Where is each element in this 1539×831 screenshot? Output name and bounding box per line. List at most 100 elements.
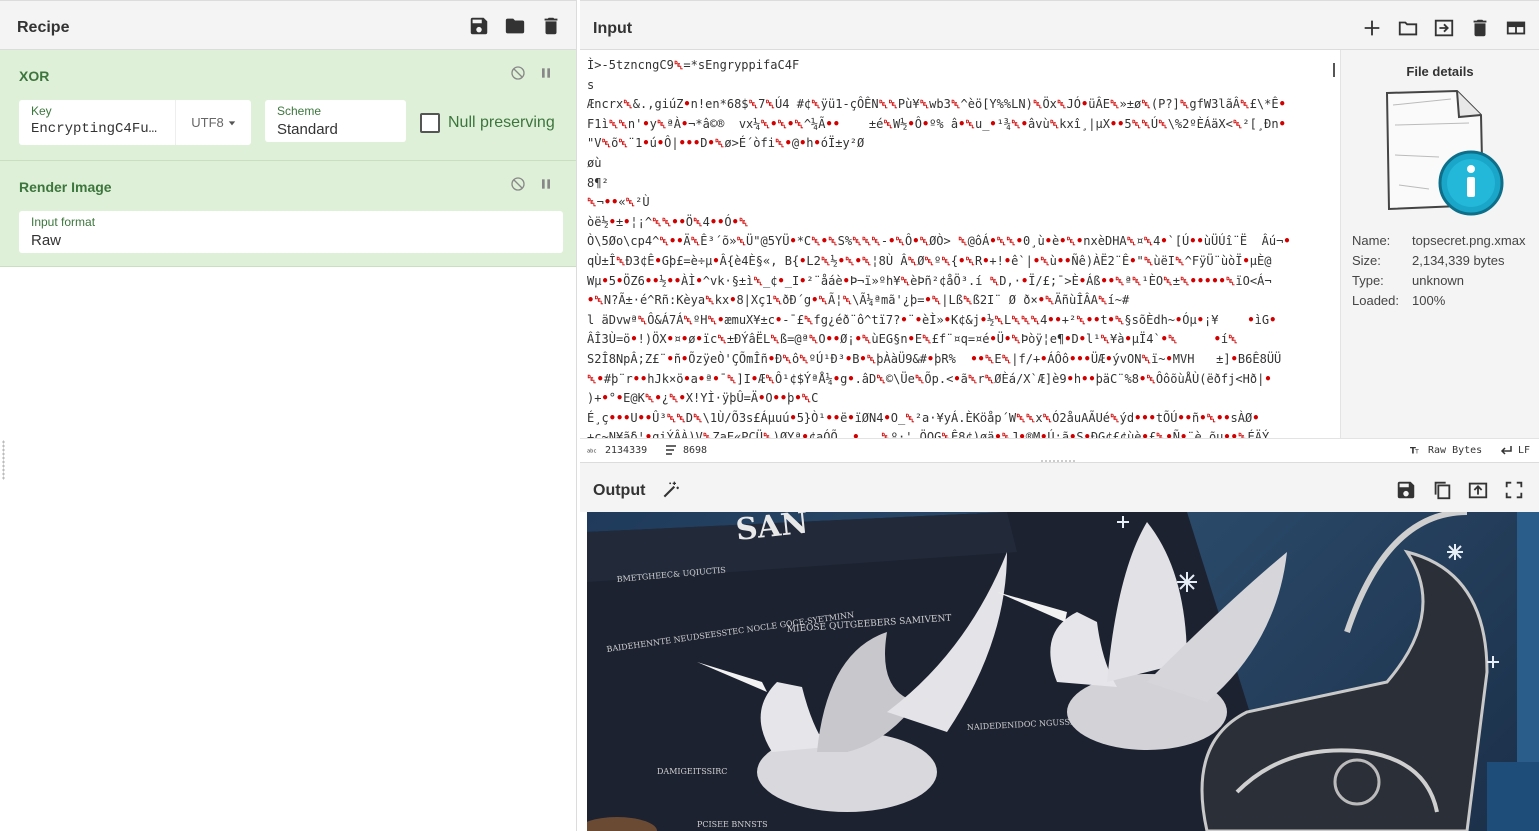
length-stat: abc 2134339 <box>587 444 647 456</box>
input-format-value: Raw <box>31 232 62 249</box>
output-header: Output <box>580 462 1539 512</box>
input-line: )+•°•E@K␡•¿␡•X!YÌ·ÿþÛ=Ä•O••þ•␡C <box>587 391 819 406</box>
folder-icon[interactable] <box>504 15 526 37</box>
input-header-icons <box>1361 17 1527 39</box>
input-textarea[interactable]: Ì>-5tzncngC9␡=*sEngryppifaC4F s Æncrx␡&.,g… <box>580 50 1340 438</box>
input-line: s <box>587 77 595 92</box>
input-line: ÂÎ3Ù=ö•!)ÖX•¤•ø•ïc␡±ÐÝâËL␡ß=@ª␡O••Ø¡•␡ùE… <box>587 332 1238 347</box>
recipe-header-icons <box>468 15 562 37</box>
input-line: •␡N?Ã±·é^Rñ:Kèya␡kx•8|Xç1␡ðÐ´g•␡Ã¦␡\Ã¼ªm… <box>587 293 1130 308</box>
disable-icon[interactable] <box>510 65 526 81</box>
poster-text: PCISEE BNNSTS <box>697 820 768 829</box>
file-size-label: Size: <box>1352 253 1381 268</box>
null-preserving-checkbox[interactable]: Null preserving <box>420 113 555 133</box>
text-cursor <box>1333 63 1335 77</box>
input-line: É¸ç•••U••Û³␡␡D␡\1Ù/Õ3s£Áµuú•5}Ò¹••ë•ïØN4… <box>587 410 1260 425</box>
eol-value: LF <box>1518 444 1531 456</box>
file-info-icon <box>1379 85 1509 220</box>
input-line: òë½•±•¦¡^␡␡••Ö␡4••Ó•␡ <box>587 214 749 229</box>
null-preserving-label: Null preserving <box>448 114 555 131</box>
file-name-label: Name: <box>1352 233 1391 248</box>
add-tab-icon[interactable] <box>1361 17 1383 39</box>
trash-icon[interactable] <box>540 15 562 37</box>
abc-icon: abc <box>587 444 599 456</box>
save-output-icon[interactable] <box>1395 479 1417 501</box>
operation-controls <box>510 65 554 81</box>
clear-input-icon[interactable] <box>1469 17 1491 39</box>
text-encoding-icon: TT <box>1410 444 1422 456</box>
file-loaded-label: Loaded: <box>1352 293 1399 308</box>
replace-input-icon[interactable] <box>1467 479 1489 501</box>
encoding-value: Raw Bytes <box>1428 444 1483 456</box>
scheme-dropdown[interactable]: Scheme Standard <box>265 100 406 142</box>
encoding-selector[interactable]: TT Raw Bytes <box>1410 444 1483 457</box>
input-line: Ò\5Øo\cp4^␡••Ä␡Ê³´õ»␡Ü"@5YÜ•*C␡•␡S%␡␡␡-•… <box>587 234 1291 249</box>
rendered-image: SAN BMETGHEEC& UQIUCTIS MIEOSE QUTGEEBER… <box>587 512 1539 831</box>
key-label: Key <box>31 104 52 118</box>
file-loaded-value: 100% <box>1412 293 1446 308</box>
length-value: 2134339 <box>605 444 648 456</box>
key-input[interactable]: EncryptingC4Fu… <box>31 121 157 137</box>
key-encoding-dropdown[interactable]: UTF8 <box>175 100 251 145</box>
input-line: qÙ±Î␡Ð3¢Ê•Gþ£=è÷µ•Â{è4È§«, B{•L2␡½•␡•␡¦8… <box>587 253 1272 268</box>
svg-text:abc: abc <box>587 448 596 454</box>
input-format-dropdown[interactable]: Input format Raw <box>19 211 563 253</box>
magic-wand-icon[interactable] <box>661 480 681 500</box>
file-loaded-row: Loaded: 100% <box>1352 293 1445 308</box>
input-line: 8¶² <box>587 175 609 190</box>
lines-value: 8698 <box>683 444 708 456</box>
input-line: ␡¬••«␡²Ù <box>587 195 650 210</box>
return-arrow-icon <box>1500 444 1512 456</box>
input-title: Input <box>593 20 633 37</box>
file-type-row: Type: unknown <box>1352 273 1464 288</box>
recipe-pane: Recipe XOR Key EncryptingC4Fu… UTF8 Sche… <box>0 0 577 831</box>
disable-icon[interactable] <box>510 176 526 192</box>
caret-down-icon <box>228 119 236 127</box>
input-line: ␡•#þ¨r••hJk×ö•a•ª•¯␡]I•Æ␡Ô¹¢$ÝªÅ¼•g•.âD␡… <box>587 371 1272 386</box>
open-folder-icon[interactable] <box>1397 17 1419 39</box>
svg-text:T: T <box>1414 448 1419 455</box>
input-line: +ç~N¥ãδ¦•qiÝÂÀ)V␡ZaE«PCÜ␡)ØYª•¢aÓÕ • ␡º·… <box>587 430 1270 438</box>
input-line: Wµ•5•ÖZ6••½••ÀÌ•^vk·§±ì␡_¢•_I•²¨åáè•Þ¬ï»… <box>587 273 1272 288</box>
file-type-label: Type: <box>1352 273 1384 288</box>
input-line: Ì>-5tzncngC9␡=*sEngryppifaC4F <box>587 58 800 72</box>
maximize-icon[interactable] <box>1503 479 1525 501</box>
lines-stat: 8698 <box>665 444 707 456</box>
pause-icon[interactable] <box>538 176 554 192</box>
file-details-panel: File details Name: topsecret.png.xmax Si… <box>1340 50 1539 438</box>
eol-selector[interactable]: LF <box>1500 444 1530 456</box>
operation-xor[interactable]: XOR Key EncryptingC4Fu… UTF8 Scheme Stan… <box>0 50 576 161</box>
input-line: "V␡õ␡¨1•ú•Ô|•••D•␡ø>É´òfi␡•@•h•óÏ±y²Ø <box>587 136 865 151</box>
operation-title: Render Image <box>19 179 112 195</box>
recipe-title: Recipe <box>17 19 70 36</box>
operation-render-image[interactable]: Render Image Input format Raw <box>0 161 576 267</box>
file-name-row: Name: topsecret.png.xmax <box>1352 233 1525 248</box>
pause-icon[interactable] <box>538 65 554 81</box>
open-file-icon[interactable] <box>1433 17 1455 39</box>
save-icon[interactable] <box>468 15 490 37</box>
recipe-header: Recipe <box>0 0 576 50</box>
key-field[interactable]: Key EncryptingC4Fu… <box>19 100 175 145</box>
checkbox-box[interactable] <box>420 113 440 133</box>
key-encoding-value: UTF8 <box>191 115 224 130</box>
file-name-value: topsecret.png.xmax <box>1412 233 1526 248</box>
input-line: Æncrx␡&.,giúZ•n!en*68$␡7␡Ú4 #¢␡ÿü1-çÔÊN␡… <box>587 97 1286 112</box>
scheme-value: Standard <box>277 121 338 138</box>
file-type-value: unknown <box>1412 273 1465 288</box>
file-details-title: File details <box>1406 64 1474 79</box>
input-line: S2Î8NpÂ;Z£¨•ñ•ÕzÿeÒ'ÇÕmÎñ•Ð␡ô␡ºÚ¹Ð³•B•␡þ… <box>587 351 1282 366</box>
input-line: l äDvwª␡Ô&Á7Á␡ºH␡•æmuX¥±c•-¯£␡fg¿éð¨ô^tï… <box>587 312 1277 327</box>
poster-text: DAMIGEITSSIRC <box>657 767 727 776</box>
input-line: F1ì␡␡n'•y␡ªÀ•¬*â©® vx¼␡•␡•␡^¼Ã•• ±é␡W½•Ô… <box>587 116 1286 131</box>
pane-resize-handle[interactable] <box>2 440 5 480</box>
input-pane: Input Ì>-5tzncngC9␡=*sEngryppifaC4F s Æncr… <box>580 0 1539 462</box>
output-header-icons <box>1395 479 1525 501</box>
copy-icon[interactable] <box>1431 479 1453 501</box>
lines-icon <box>665 444 677 456</box>
file-size-row: Size: 2,134,339 bytes <box>1352 253 1505 268</box>
scheme-label: Scheme <box>277 104 322 118</box>
output-pane: Output SAN BMETGHEEC& UQIUCTIS MIEOSE QU… <box>580 462 1539 831</box>
operation-controls <box>510 176 554 192</box>
layout-icon[interactable] <box>1505 17 1527 39</box>
input-line: øù <box>587 155 602 170</box>
